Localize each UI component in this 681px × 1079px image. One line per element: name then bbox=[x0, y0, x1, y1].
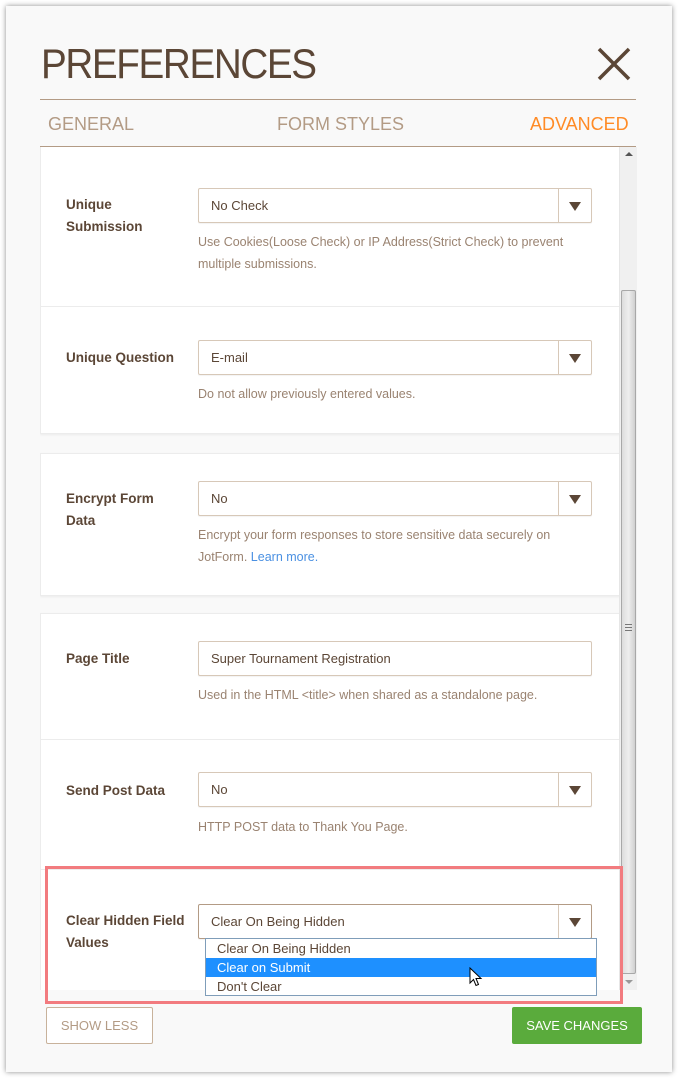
grip-icon bbox=[625, 624, 632, 632]
tab-advanced[interactable]: ADVANCED bbox=[530, 114, 629, 135]
select-value: No bbox=[211, 782, 228, 797]
setting-send-post-data: Send Post Data No HTTP POST data to Than… bbox=[41, 739, 619, 870]
setting-label: Unique Submission bbox=[66, 194, 191, 238]
setting-help: Do not allow previously entered values. bbox=[198, 387, 416, 401]
setting-label: Clear Hidden Field Values bbox=[66, 910, 191, 954]
setting-label-line: Clear Hidden Field bbox=[66, 913, 185, 928]
chevron-down-icon[interactable] bbox=[558, 482, 591, 515]
setting-help: Used in the HTML <title> when shared as … bbox=[198, 688, 538, 702]
scrollbar-thumb[interactable] bbox=[621, 290, 636, 974]
setting-label-line: Submission bbox=[66, 219, 143, 234]
scroll-down-arrow-icon[interactable] bbox=[620, 975, 637, 990]
unique-submission-select[interactable]: No Check bbox=[198, 188, 592, 223]
setting-encrypt-form-data: Encrypt Form Data No Encrypt your form r… bbox=[41, 454, 619, 595]
chevron-down-icon[interactable] bbox=[558, 905, 591, 938]
clear-hidden-options-list: Clear On Being Hidden Clear on Submit Do… bbox=[205, 938, 597, 996]
setting-label-line: Data bbox=[66, 513, 96, 528]
tab-bar: GENERAL FORM STYLES ADVANCED bbox=[40, 114, 636, 144]
header-divider bbox=[40, 99, 636, 100]
setting-label: Unique Question bbox=[66, 350, 174, 365]
settings-card: Page Title Super Tournament Registration… bbox=[40, 613, 619, 990]
input-value: Super Tournament Registration bbox=[211, 651, 391, 666]
tab-form-styles[interactable]: FORM STYLES bbox=[277, 114, 404, 135]
setting-label: Send Post Data bbox=[66, 783, 166, 798]
setting-help: Encrypt your form responses to store sen… bbox=[198, 524, 578, 568]
setting-help: Use Cookies(Loose Check) or IP Address(S… bbox=[198, 235, 564, 271]
setting-unique-question: Unique Question E-mail Do not allow prev… bbox=[41, 306, 619, 433]
clear-hidden-field-values-select[interactable]: Clear On Being Hidden bbox=[198, 904, 592, 939]
save-changes-button[interactable]: SAVE CHANGES bbox=[512, 1007, 642, 1044]
close-button[interactable] bbox=[596, 46, 632, 82]
chevron-down-icon[interactable] bbox=[558, 341, 591, 374]
select-value: No bbox=[211, 491, 228, 506]
settings-card: Encrypt Form Data No Encrypt your form r… bbox=[40, 453, 619, 596]
chevron-down-icon[interactable] bbox=[558, 773, 591, 806]
setting-page-title: Page Title Super Tournament Registration… bbox=[41, 614, 619, 739]
setting-unique-submission: Unique Submission No Check Use Cookies(L… bbox=[41, 147, 619, 306]
tab-general[interactable]: GENERAL bbox=[48, 114, 134, 135]
setting-label-line: Unique bbox=[66, 197, 112, 212]
scroll-up-arrow-icon[interactable] bbox=[620, 147, 637, 162]
learn-more-link[interactable]: Learn more. bbox=[251, 550, 318, 564]
setting-help: HTTP POST data to Thank You Page. bbox=[198, 820, 408, 834]
dropdown-option[interactable]: Clear On Being Hidden bbox=[206, 939, 596, 958]
page-title-input[interactable]: Super Tournament Registration bbox=[198, 641, 592, 676]
mouse-pointer-icon bbox=[469, 967, 483, 987]
chevron-down-icon[interactable] bbox=[558, 189, 591, 222]
settings-card: Unique Submission No Check Use Cookies(L… bbox=[40, 147, 619, 434]
dialog-title: PREFERENCES bbox=[41, 40, 317, 87]
select-value: E-mail bbox=[211, 350, 248, 365]
setting-label: Page Title bbox=[66, 651, 130, 666]
vertical-scrollbar[interactable] bbox=[619, 147, 637, 990]
setting-label-line: Values bbox=[66, 935, 109, 950]
select-value: Clear On Being Hidden bbox=[211, 914, 345, 929]
setting-label-line: Encrypt Form bbox=[66, 491, 154, 506]
settings-scroll-area: Unique Submission No Check Use Cookies(L… bbox=[40, 147, 619, 990]
dropdown-option-hovered[interactable]: Clear on Submit bbox=[206, 958, 596, 977]
setting-label: Encrypt Form Data bbox=[66, 488, 191, 532]
send-post-data-select[interactable]: No bbox=[198, 772, 592, 807]
dropdown-option[interactable]: Don't Clear bbox=[206, 977, 596, 996]
show-less-button[interactable]: SHOW LESS bbox=[46, 1007, 153, 1044]
unique-question-select[interactable]: E-mail bbox=[198, 340, 592, 375]
select-value: No Check bbox=[211, 198, 269, 213]
close-icon bbox=[597, 47, 631, 81]
encrypt-form-data-select[interactable]: No bbox=[198, 481, 592, 516]
